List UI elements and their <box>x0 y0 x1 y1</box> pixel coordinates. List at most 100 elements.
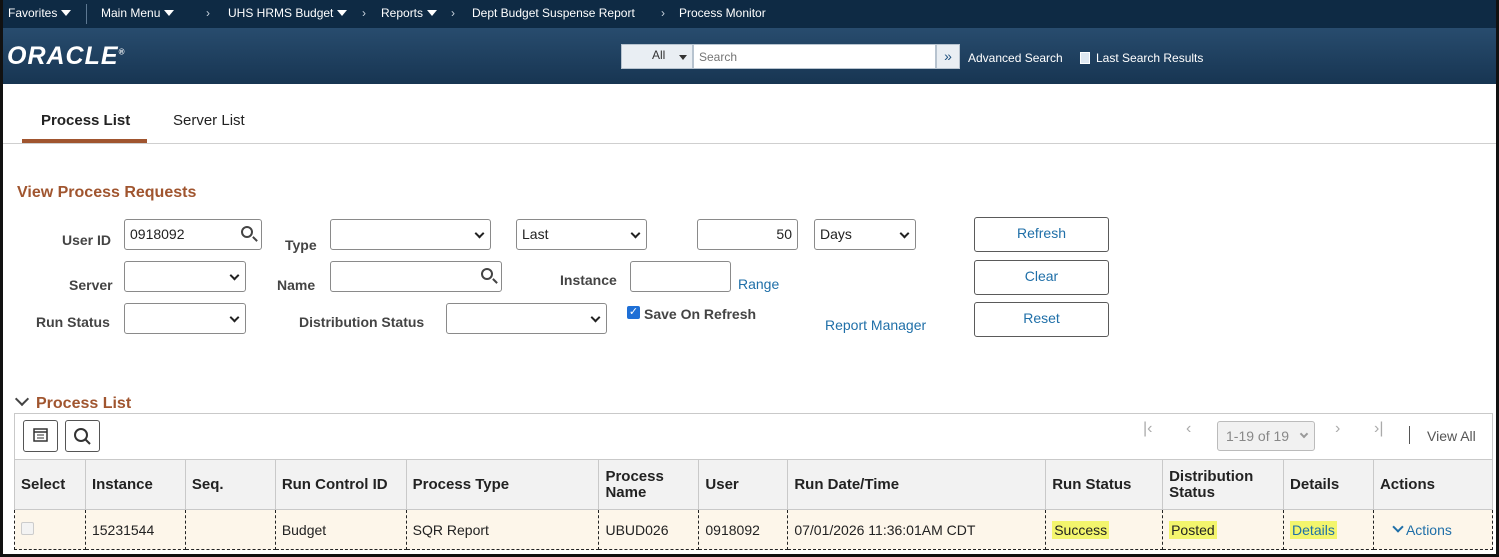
chevron-down-icon <box>1299 429 1309 439</box>
header-bar: ORACLE® All » Advanced Search Last Searc… <box>0 28 1499 84</box>
save-on-refresh-label: Save On Refresh <box>644 306 757 322</box>
last-page-icon[interactable]: ›| <box>1374 420 1383 438</box>
column-header-distribution-status: Distribution Status <box>1162 459 1285 510</box>
distribution-status-select[interactable] <box>446 303 607 334</box>
run-status-select[interactable] <box>124 303 246 334</box>
chevron-down-icon <box>427 10 438 16</box>
last-search-results-link[interactable]: Last Search Results <box>1080 51 1203 65</box>
oracle-logo: ORACLE® <box>7 42 126 70</box>
save-on-refresh-checkbox[interactable]: ✓ <box>627 306 640 319</box>
search-icon[interactable] <box>481 268 493 280</box>
page-range-select[interactable]: 1-19 of 19 <box>1217 421 1315 451</box>
personalize-grid-button[interactable] <box>23 420 58 452</box>
breadcrumb-label: Process Monitor <box>679 6 766 20</box>
breadcrumb-separator-icon: › <box>206 6 210 20</box>
process-type-cell: SQR Report <box>405 509 600 550</box>
instance-cell: 15231544 <box>84 509 186 550</box>
table-header-row: Select Instance Seq. Run Control ID Proc… <box>14 459 1494 510</box>
days-unit-select[interactable]: Days <box>814 219 916 250</box>
reset-button[interactable]: Reset <box>974 302 1109 337</box>
distribution-status-label: Distribution Status <box>299 314 425 330</box>
logo-text: ORACLE <box>7 42 119 70</box>
grid-settings-icon <box>33 428 48 442</box>
top-navigation-bar: Favorites Main Menu › UHS HRMS Budget › … <box>0 0 1499 28</box>
server-select[interactable] <box>124 261 246 292</box>
breadcrumb-label: Reports <box>381 6 424 20</box>
first-page-icon[interactable]: |‹ <box>1143 420 1152 438</box>
distribution-status-cell: Posted <box>1162 509 1285 550</box>
chevron-down-icon <box>630 228 641 239</box>
breadcrumb-uhs-hrms-budget[interactable]: UHS HRMS Budget <box>228 6 348 20</box>
search-icon[interactable] <box>241 226 253 238</box>
run-status-label: Run Status <box>36 314 110 330</box>
actions-menu[interactable]: Actions <box>1380 520 1452 538</box>
type-select[interactable] <box>330 219 491 250</box>
instance-input[interactable] <box>630 261 731 292</box>
column-header-run-control-id: Run Control ID <box>274 459 407 510</box>
last-value: Last <box>522 226 549 242</box>
column-header-user: User <box>698 459 789 510</box>
user-id-value: 0918092 <box>130 226 185 242</box>
page-range-value: 1-19 of 19 <box>1226 428 1290 444</box>
refresh-button[interactable]: Refresh <box>974 217 1109 252</box>
search-go-button[interactable]: » <box>936 44 960 69</box>
previous-page-icon[interactable]: ‹ <box>1186 420 1191 438</box>
details-cell: Details <box>1283 509 1374 550</box>
chevron-down-icon <box>229 312 240 323</box>
search-icon <box>74 428 91 445</box>
search-scope-select[interactable]: All <box>621 44 693 69</box>
advanced-search-link[interactable]: Advanced Search <box>968 51 1063 65</box>
main-menu[interactable]: Main Menu <box>101 6 175 20</box>
report-manager-link[interactable]: Report Manager <box>825 317 926 333</box>
seq-cell <box>184 509 276 550</box>
row-select-checkbox[interactable] <box>21 521 34 535</box>
breadcrumb-dept-budget-suspense-report[interactable]: Dept Budget Suspense Report <box>472 6 635 20</box>
run-date-time-cell: 07/01/2026 11:36:01AM CDT <box>787 509 1047 550</box>
chevron-down-icon <box>679 55 687 60</box>
view-process-requests-title: View Process Requests <box>17 184 197 201</box>
tab-server-list[interactable]: Server List <box>173 112 245 129</box>
view-all-link[interactable]: View All <box>1427 428 1476 444</box>
breadcrumb-label: UHS HRMS Budget <box>228 6 334 20</box>
details-link[interactable]: Details <box>1290 520 1337 539</box>
clear-button[interactable]: Clear <box>974 260 1109 295</box>
user-id-field[interactable]: 0918092 <box>124 219 262 250</box>
process-name-cell: UBUD026 <box>598 509 700 550</box>
next-page-icon[interactable]: › <box>1335 420 1340 438</box>
range-link[interactable]: Range <box>738 276 779 292</box>
process-list-collapse-toggle[interactable] <box>14 391 30 407</box>
chevron-down-icon <box>474 228 485 239</box>
favorites-label: Favorites <box>8 6 58 20</box>
breadcrumb-separator-icon: › <box>362 6 366 20</box>
distribution-status-badge: Posted <box>1169 520 1217 539</box>
search-input[interactable] <box>693 44 936 69</box>
name-label: Name <box>277 277 316 293</box>
chevron-down-icon <box>337 10 348 16</box>
days-count-value: 50 <box>776 226 792 242</box>
breadcrumb-separator-icon: › <box>451 6 455 20</box>
user-id-label: User ID <box>62 232 112 248</box>
search-results-icon <box>1080 52 1090 64</box>
chevron-down-icon <box>1392 520 1404 533</box>
days-count-input[interactable]: 50 <box>697 219 798 250</box>
divider <box>3 143 1496 144</box>
tab-process-list[interactable]: Process List <box>41 112 130 129</box>
column-header-process-type: Process Type <box>405 459 600 510</box>
actions-label: Actions <box>1405 521 1452 538</box>
breadcrumb-reports[interactable]: Reports <box>381 6 438 20</box>
main-menu-label: Main Menu <box>101 6 161 20</box>
run-status-cell: Success <box>1045 509 1164 550</box>
find-in-grid-button[interactable] <box>65 420 100 452</box>
process-list-title: Process List <box>36 395 132 412</box>
run-status-badge: Success <box>1052 520 1110 539</box>
name-field[interactable] <box>330 261 502 292</box>
column-header-details: Details <box>1283 459 1374 510</box>
breadcrumb-process-monitor[interactable]: Process Monitor <box>679 6 766 20</box>
search-scope-label: All <box>652 48 666 62</box>
nav-divider <box>86 4 87 24</box>
favorites-menu[interactable]: Favorites <box>8 6 72 20</box>
chevron-down-icon <box>590 312 601 323</box>
column-header-process-name: Process Name <box>598 459 700 510</box>
last-select[interactable]: Last <box>516 219 647 250</box>
user-cell: 0918092 <box>698 509 789 550</box>
